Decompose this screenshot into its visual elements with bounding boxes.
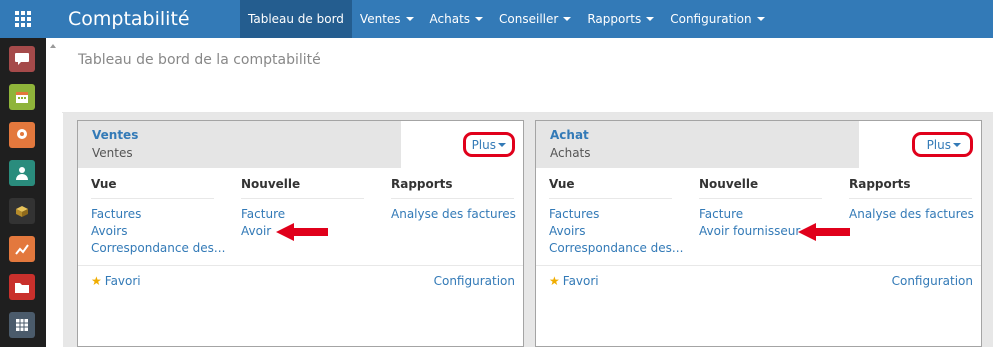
more-label: Plus (471, 137, 496, 152)
spreadsheet-icon[interactable] (9, 312, 35, 338)
caret-down-icon (498, 142, 506, 147)
link-new-invoice[interactable]: Facture (241, 207, 285, 221)
app-title: Comptabilité (68, 8, 190, 30)
configuration-link[interactable]: Configuration (434, 274, 515, 288)
caret-down-icon (475, 17, 484, 21)
calendar-icon[interactable] (9, 84, 35, 110)
menu-advisor[interactable]: Conseiller (491, 0, 579, 38)
crm-icon[interactable] (9, 122, 35, 148)
menu-advisor-label: Conseiller (499, 12, 559, 26)
red-arrow-icon (798, 223, 850, 241)
menu-dashboard-label: Tableau de bord (248, 12, 344, 26)
apps-menu-icon[interactable] (0, 0, 46, 38)
contacts-icon[interactable] (9, 160, 35, 186)
divider (91, 198, 214, 199)
star-icon: ★ (549, 274, 560, 288)
caret-down-icon (756, 17, 765, 21)
section-view-heading: Vue (91, 177, 117, 191)
link-matching[interactable]: Correspondance des... (91, 241, 225, 255)
divider (699, 198, 822, 199)
section-reports-heading: Rapports (391, 177, 453, 191)
card-title[interactable]: Ventes (92, 128, 138, 142)
caret-down-icon (953, 142, 961, 147)
star-icon: ★ (91, 274, 102, 288)
favorite-label: Favori (104, 274, 141, 288)
caret-down-icon (646, 17, 655, 21)
divider (536, 265, 981, 266)
inventory-icon[interactable] (9, 198, 35, 224)
divider (241, 198, 364, 199)
link-credit-notes[interactable]: Avoirs (549, 224, 585, 238)
card-header: Achat Achats Plus (536, 121, 981, 168)
more-button[interactable]: Plus (462, 132, 515, 157)
card-header: Ventes Ventes Plus (78, 121, 523, 168)
configuration-link[interactable]: Configuration (892, 274, 973, 288)
page-title: Tableau de bord de la comptabilité (78, 52, 321, 68)
caret-down-icon (563, 17, 572, 21)
link-invoices[interactable]: Factures (91, 207, 141, 221)
favorite-label: Favori (562, 274, 599, 288)
link-new-vendor-credit-note[interactable]: Avoir fournisseur (699, 224, 800, 238)
more-button[interactable]: Plus (911, 132, 973, 157)
divider (549, 198, 672, 199)
dashboard-board: Ventes Ventes Plus Vue Nouvelle Rapports… (63, 113, 993, 347)
journal-card-sales: Ventes Ventes Plus Vue Nouvelle Rapports… (77, 120, 524, 347)
link-invoices[interactable]: Factures (549, 207, 599, 221)
favorite-toggle[interactable]: ★ Favori (91, 274, 141, 288)
section-reports-heading: Rapports (849, 177, 911, 191)
documents-icon[interactable] (9, 274, 35, 300)
divider (391, 198, 514, 199)
top-navbar: Comptabilité Tableau de bord Ventes Acha… (0, 0, 993, 38)
section-new-heading: Nouvelle (699, 177, 759, 191)
card-title[interactable]: Achat (550, 128, 589, 142)
menu-configuration[interactable]: Configuration (662, 0, 772, 38)
divider (78, 265, 523, 266)
red-arrow-icon (276, 223, 328, 241)
grid-icon (15, 11, 31, 27)
menu-sales[interactable]: Ventes (352, 0, 422, 38)
section-new-heading: Nouvelle (241, 177, 301, 191)
scroll-up-icon[interactable] (50, 44, 56, 48)
section-view-heading: Vue (549, 177, 575, 191)
divider (849, 198, 972, 199)
menu-reports-label: Rapports (587, 12, 642, 26)
menu-purchases[interactable]: Achats (422, 0, 492, 38)
more-label: Plus (926, 137, 951, 152)
menu-dashboard[interactable]: Tableau de bord (240, 0, 352, 38)
card-subtitle: Achats (550, 146, 591, 160)
link-invoice-analysis[interactable]: Analyse des factures (849, 207, 974, 221)
link-matching[interactable]: Correspondance des... (549, 241, 683, 255)
link-new-invoice[interactable]: Facture (699, 207, 743, 221)
main-menu: Tableau de bord Ventes Achats Conseiller… (240, 0, 773, 38)
accounting-icon[interactable] (9, 236, 35, 262)
menu-reports[interactable]: Rapports (579, 0, 662, 38)
journal-card-purchases: Achat Achats Plus Vue Nouvelle Rapports … (535, 120, 982, 347)
main-content: Tableau de bord de la comptabilité Vente… (46, 38, 993, 347)
link-credit-notes[interactable]: Avoirs (91, 224, 127, 238)
caret-down-icon (405, 17, 414, 21)
link-new-credit-note[interactable]: Avoir (241, 224, 271, 238)
app-dock (0, 38, 46, 347)
menu-configuration-label: Configuration (670, 12, 752, 26)
card-subtitle: Ventes (92, 146, 133, 160)
menu-sales-label: Ventes (359, 12, 401, 26)
menu-purchases-label: Achats (429, 12, 471, 26)
favorite-toggle[interactable]: ★ Favori (549, 274, 599, 288)
link-invoice-analysis[interactable]: Analyse des factures (391, 207, 516, 221)
discuss-icon[interactable] (9, 46, 35, 72)
